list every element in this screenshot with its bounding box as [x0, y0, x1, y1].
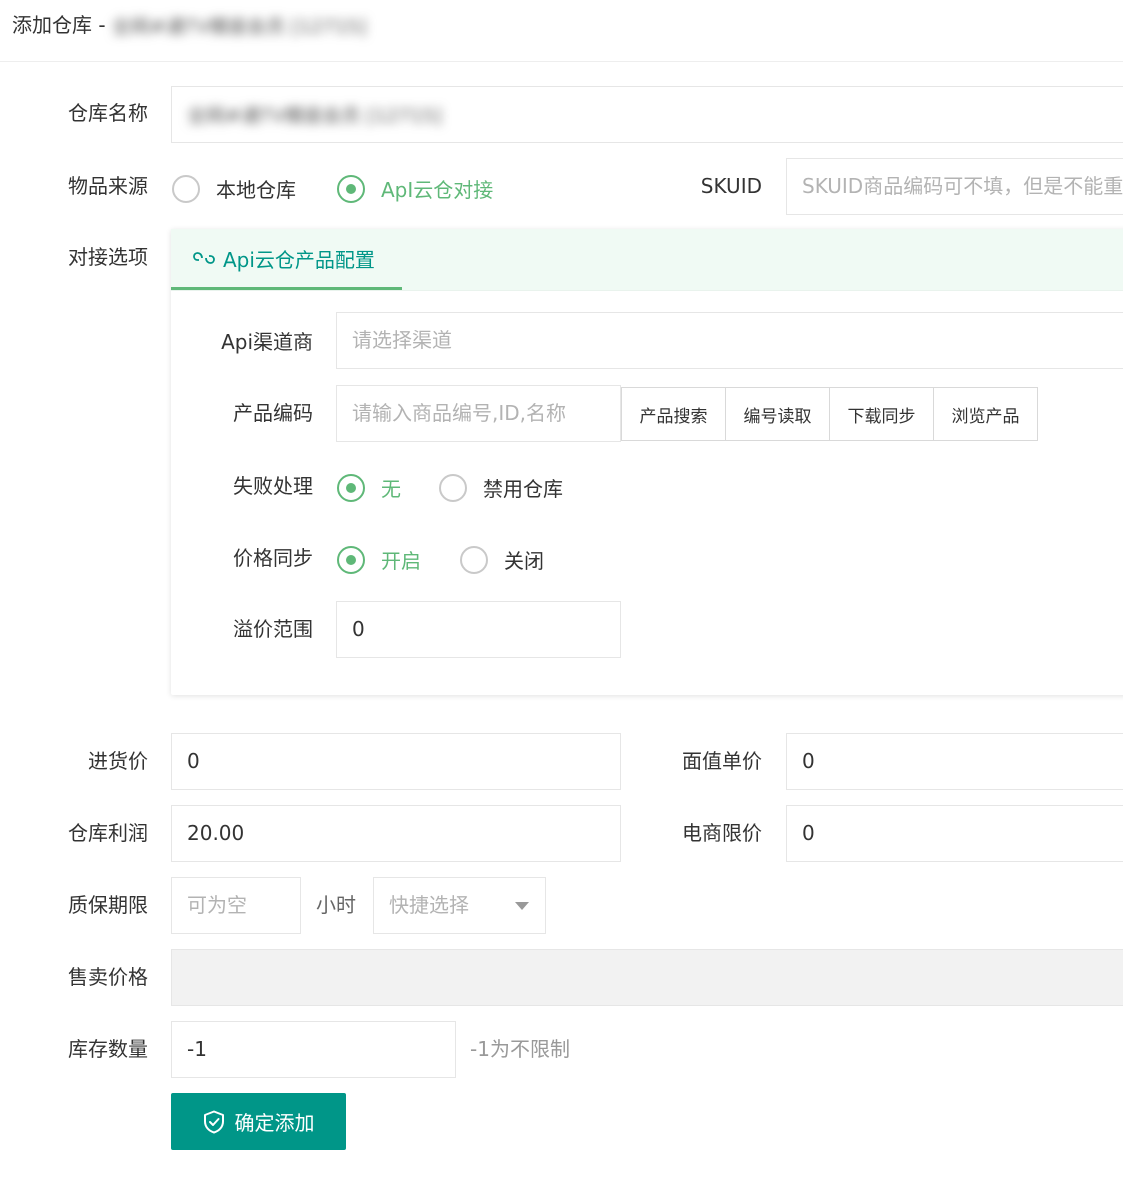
warehouse-name-input[interactable]: 全网#通TV模座会员 [12715]: [171, 86, 1123, 143]
ecommerce-limit-label: 电商限价: [682, 821, 762, 845]
failure-radio-none[interactable]: 无: [337, 473, 401, 502]
premium-label: 溢价范围: [233, 617, 313, 641]
profit-input[interactable]: 20.00: [171, 805, 621, 862]
source-radio-api[interactable]: ApI云仓对接: [337, 174, 493, 203]
tab-api-config[interactable]: Api云仓产品配置: [171, 229, 402, 290]
premium-input[interactable]: 0: [336, 601, 621, 658]
quick-select-text: 快捷选择: [389, 893, 469, 917]
confirm-add-button[interactable]: 确定添加: [171, 1093, 346, 1150]
page-title: 添加仓库 - 全网#通TV模座会员 [12715]: [12, 10, 366, 42]
browse-products-button[interactable]: 浏览产品: [934, 388, 1037, 440]
radio-circle: [460, 545, 488, 574]
purchase-price-input[interactable]: 0: [171, 733, 621, 790]
tab-api-config-label: Api云仓产品配置: [223, 247, 375, 272]
failure-radio-disable[interactable]: 禁用仓库: [439, 473, 563, 502]
sale-price-input: [171, 949, 1123, 1006]
link-icon: [193, 251, 215, 265]
radio-circle: [337, 473, 365, 502]
product-action-group: 产品搜索 编号读取 下载同步 浏览产品: [621, 387, 1038, 441]
price-sync-option-off: 关闭: [504, 549, 544, 573]
price-sync-radio-on[interactable]: 开启: [337, 545, 421, 574]
failure-option-disable: 禁用仓库: [483, 477, 563, 501]
warranty-label: 质保期限: [68, 893, 148, 917]
warehouse-name-label: 仓库名称: [68, 101, 148, 125]
shield-check-icon: [203, 1110, 225, 1134]
warranty-unit: 小时: [316, 893, 356, 917]
page-title-text: 添加仓库 -: [12, 13, 106, 37]
source-option-local: 本地仓库: [216, 178, 296, 202]
source-option-api: ApI云仓对接: [381, 178, 494, 202]
download-sync-button[interactable]: 下载同步: [830, 388, 934, 440]
product-code-input[interactable]: 请输入商品编号,ID,名称: [336, 385, 621, 442]
purchase-price-label: 进货价: [88, 749, 148, 773]
skuid-label: SKUID: [700, 174, 762, 198]
radio-circle: [337, 545, 365, 574]
stock-label: 库存数量: [68, 1037, 148, 1061]
channel-select[interactable]: 请选择渠道: [336, 312, 1123, 369]
price-sync-option-on: 开启: [381, 549, 421, 573]
warehouse-name-value: 全网#通TV模座会员 [12715]: [187, 104, 442, 127]
radio-circle: [439, 473, 467, 502]
face-value-input[interactable]: 0: [786, 733, 1123, 790]
docking-label: 对接选项: [68, 245, 148, 269]
code-read-button[interactable]: 编号读取: [726, 388, 830, 440]
profit-label: 仓库利润: [68, 821, 148, 845]
stock-hint: -1为不限制: [470, 1037, 570, 1061]
failure-label: 失败处理: [233, 474, 313, 498]
product-code-label: 产品编码: [233, 401, 313, 425]
product-search-button[interactable]: 产品搜索: [622, 388, 726, 440]
radio-circle: [337, 174, 365, 203]
blurred-warehouse-name: 全网#通TV模座会员 [12715]: [111, 15, 367, 38]
radio-circle: [172, 174, 200, 203]
failure-option-none: 无: [381, 477, 401, 501]
chevron-down-icon: [515, 902, 529, 910]
warranty-quick-select[interactable]: 快捷选择: [373, 877, 546, 934]
stock-input[interactable]: -1: [171, 1021, 456, 1078]
header-divider: [0, 61, 1123, 62]
ecommerce-limit-input[interactable]: 0: [786, 805, 1123, 862]
api-config-card: Api云仓产品配置: [171, 229, 1123, 695]
price-sync-radio-off[interactable]: 关闭: [460, 545, 544, 574]
sale-price-label: 售卖价格: [68, 965, 148, 989]
confirm-add-label: 确定添加: [234, 1111, 315, 1135]
price-sync-label: 价格同步: [233, 546, 313, 570]
skuid-input[interactable]: SKUID商品编码可不填，但是不能重复: [786, 158, 1123, 215]
warranty-input[interactable]: 可为空: [171, 877, 301, 934]
face-value-label: 面值单价: [682, 749, 762, 773]
source-radio-local[interactable]: 本地仓库: [172, 174, 296, 203]
channel-label: Api渠道商: [221, 330, 313, 354]
source-label: 物品来源: [68, 174, 148, 198]
